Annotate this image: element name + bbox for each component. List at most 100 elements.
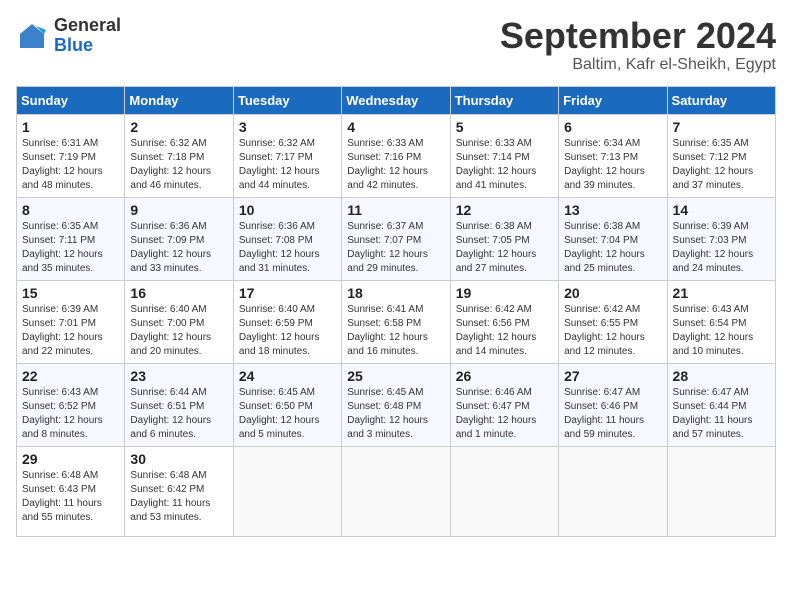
day-of-week-header: Tuesday <box>233 86 341 114</box>
calendar-cell: 4Sunrise: 6:33 AM Sunset: 7:16 PM Daylig… <box>342 114 450 197</box>
calendar-cell: 22 Sunrise: 6:43 AM Sunset: 6:52 PM Dayli… <box>17 363 125 446</box>
day-of-week-header: Monday <box>125 86 233 114</box>
day-number: 13 <box>564 202 661 218</box>
calendar-cell: 10 Sunrise: 6:36 AM Sunset: 7:08 PM Dayli… <box>233 197 341 280</box>
calendar-cell: 5Sunrise: 6:33 AM Sunset: 7:14 PM Daylig… <box>450 114 558 197</box>
day-info: Sunrise: 6:47 AM Sunset: 6:46 PM Dayligh… <box>564 386 661 442</box>
calendar-cell: 18 Sunrise: 6:41 AM Sunset: 6:58 PM Dayli… <box>342 280 450 363</box>
day-number: 22 <box>22 368 119 384</box>
day-of-week-header: Saturday <box>667 86 775 114</box>
day-number: 24 <box>239 368 336 384</box>
calendar-cell: 13Sunrise: 6:38 AM Sunset: 7:04 PM Dayli… <box>559 197 667 280</box>
calendar-week-row: 15 Sunrise: 6:39 AM Sunset: 7:01 PM Dayli… <box>17 280 776 363</box>
day-number: 14 <box>673 202 770 218</box>
day-info: Sunrise: 6:37 AM Sunset: 7:07 PM Dayligh… <box>347 220 444 276</box>
day-number: 7 <box>673 119 770 135</box>
day-of-week-header: Friday <box>559 86 667 114</box>
calendar-cell <box>667 446 775 536</box>
calendar-cell <box>559 446 667 536</box>
day-number: 23 <box>130 368 227 384</box>
calendar-cell: 29 Sunrise: 6:48 AM Sunset: 6:43 PM Dayli… <box>17 446 125 536</box>
calendar-cell <box>233 446 341 536</box>
day-number: 18 <box>347 285 444 301</box>
calendar-week-row: 8 Sunrise: 6:35 AM Sunset: 7:11 PM Daylig… <box>17 197 776 280</box>
day-info: Sunrise: 6:42 AM Sunset: 6:56 PM Dayligh… <box>456 303 553 359</box>
day-of-week-header: Thursday <box>450 86 558 114</box>
day-number: 21 <box>673 285 770 301</box>
calendar-cell: 9Sunrise: 6:36 AM Sunset: 7:09 PM Daylig… <box>125 197 233 280</box>
calendar-cell: 28 Sunrise: 6:47 AM Sunset: 6:44 PM Dayli… <box>667 363 775 446</box>
day-info: Sunrise: 6:42 AM Sunset: 6:55 PM Dayligh… <box>564 303 661 359</box>
day-info: Sunrise: 6:38 AM Sunset: 7:05 PM Dayligh… <box>456 220 553 276</box>
month-title: September 2024 <box>500 16 776 56</box>
day-info: Sunrise: 6:32 AM Sunset: 7:17 PM Dayligh… <box>239 137 336 193</box>
calendar-cell: 19 Sunrise: 6:42 AM Sunset: 6:56 PM Dayli… <box>450 280 558 363</box>
day-info: Sunrise: 6:39 AM Sunset: 7:01 PM Dayligh… <box>22 303 119 359</box>
calendar-cell <box>342 446 450 536</box>
day-info: Sunrise: 6:31 AM Sunset: 7:19 PM Dayligh… <box>22 137 119 193</box>
day-info: Sunrise: 6:48 AM Sunset: 6:43 PM Dayligh… <box>22 469 119 525</box>
day-number: 25 <box>347 368 444 384</box>
day-number: 26 <box>456 368 553 384</box>
day-info: Sunrise: 6:33 AM Sunset: 7:16 PM Dayligh… <box>347 137 444 193</box>
calendar-cell: 12 Sunrise: 6:38 AM Sunset: 7:05 PM Dayli… <box>450 197 558 280</box>
title-area: September 2024 Baltim, Kafr el-Sheikh, E… <box>500 16 776 74</box>
calendar-cell: 24 Sunrise: 6:45 AM Sunset: 6:50 PM Dayli… <box>233 363 341 446</box>
day-info: Sunrise: 6:40 AM Sunset: 7:00 PM Dayligh… <box>130 303 227 359</box>
calendar-cell: 2 Sunrise: 6:32 AM Sunset: 7:18 PM Daylig… <box>125 114 233 197</box>
calendar-cell: 30Sunrise: 6:48 AM Sunset: 6:42 PM Dayli… <box>125 446 233 536</box>
calendar-cell: 21 Sunrise: 6:43 AM Sunset: 6:54 PM Dayli… <box>667 280 775 363</box>
day-info: Sunrise: 6:36 AM Sunset: 7:08 PM Dayligh… <box>239 220 336 276</box>
day-number: 1 <box>22 119 119 135</box>
calendar-cell <box>450 446 558 536</box>
day-of-week-header: Wednesday <box>342 86 450 114</box>
day-info: Sunrise: 6:44 AM Sunset: 6:51 PM Dayligh… <box>130 386 227 442</box>
calendar-cell: 16 Sunrise: 6:40 AM Sunset: 7:00 PM Dayli… <box>125 280 233 363</box>
logo-icon <box>16 20 48 52</box>
location-title: Baltim, Kafr el-Sheikh, Egypt <box>500 56 776 74</box>
day-number: 8 <box>22 202 119 218</box>
day-number: 10 <box>239 202 336 218</box>
day-info: Sunrise: 6:48 AM Sunset: 6:42 PM Dayligh… <box>130 469 227 525</box>
day-info: Sunrise: 6:40 AM Sunset: 6:59 PM Dayligh… <box>239 303 336 359</box>
calendar-cell: 3 Sunrise: 6:32 AM Sunset: 7:17 PM Daylig… <box>233 114 341 197</box>
day-info: Sunrise: 6:35 AM Sunset: 7:11 PM Dayligh… <box>22 220 119 276</box>
day-info: Sunrise: 6:45 AM Sunset: 6:50 PM Dayligh… <box>239 386 336 442</box>
calendar-cell: 15 Sunrise: 6:39 AM Sunset: 7:01 PM Dayli… <box>17 280 125 363</box>
page-header: General Blue September 2024 Baltim, Kafr… <box>16 16 776 74</box>
day-number: 11 <box>347 202 444 218</box>
day-info: Sunrise: 6:32 AM Sunset: 7:18 PM Dayligh… <box>130 137 227 193</box>
day-number: 28 <box>673 368 770 384</box>
day-info: Sunrise: 6:46 AM Sunset: 6:47 PM Dayligh… <box>456 386 553 442</box>
day-info: Sunrise: 6:41 AM Sunset: 6:58 PM Dayligh… <box>347 303 444 359</box>
day-number: 12 <box>456 202 553 218</box>
day-number: 29 <box>22 451 119 467</box>
day-number: 15 <box>22 285 119 301</box>
day-info: Sunrise: 6:47 AM Sunset: 6:44 PM Dayligh… <box>673 386 770 442</box>
day-number: 16 <box>130 285 227 301</box>
calendar-week-row: 29 Sunrise: 6:48 AM Sunset: 6:43 PM Dayli… <box>17 446 776 536</box>
day-number: 19 <box>456 285 553 301</box>
day-info: Sunrise: 6:34 AM Sunset: 7:13 PM Dayligh… <box>564 137 661 193</box>
day-info: Sunrise: 6:35 AM Sunset: 7:12 PM Dayligh… <box>673 137 770 193</box>
calendar-week-row: 1 Sunrise: 6:31 AM Sunset: 7:19 PM Daylig… <box>17 114 776 197</box>
calendar-header-row: SundayMondayTuesdayWednesdayThursdayFrid… <box>17 86 776 114</box>
calendar-cell: 27 Sunrise: 6:47 AM Sunset: 6:46 PM Dayli… <box>559 363 667 446</box>
day-number: 27 <box>564 368 661 384</box>
day-number: 3 <box>239 119 336 135</box>
calendar-cell: 17Sunrise: 6:40 AM Sunset: 6:59 PM Dayli… <box>233 280 341 363</box>
calendar-cell: 14 Sunrise: 6:39 AM Sunset: 7:03 PM Dayli… <box>667 197 775 280</box>
day-info: Sunrise: 6:33 AM Sunset: 7:14 PM Dayligh… <box>456 137 553 193</box>
day-info: Sunrise: 6:43 AM Sunset: 6:52 PM Dayligh… <box>22 386 119 442</box>
day-number: 2 <box>130 119 227 135</box>
calendar-cell: 20 Sunrise: 6:42 AM Sunset: 6:55 PM Dayli… <box>559 280 667 363</box>
day-info: Sunrise: 6:39 AM Sunset: 7:03 PM Dayligh… <box>673 220 770 276</box>
day-of-week-header: Sunday <box>17 86 125 114</box>
day-number: 9 <box>130 202 227 218</box>
calendar-cell: 26 Sunrise: 6:46 AM Sunset: 6:47 PM Dayli… <box>450 363 558 446</box>
day-number: 20 <box>564 285 661 301</box>
day-info: Sunrise: 6:43 AM Sunset: 6:54 PM Dayligh… <box>673 303 770 359</box>
calendar-cell: 25Sunrise: 6:45 AM Sunset: 6:48 PM Dayli… <box>342 363 450 446</box>
calendar-week-row: 22 Sunrise: 6:43 AM Sunset: 6:52 PM Dayli… <box>17 363 776 446</box>
calendar-cell: 11 Sunrise: 6:37 AM Sunset: 7:07 PM Dayli… <box>342 197 450 280</box>
